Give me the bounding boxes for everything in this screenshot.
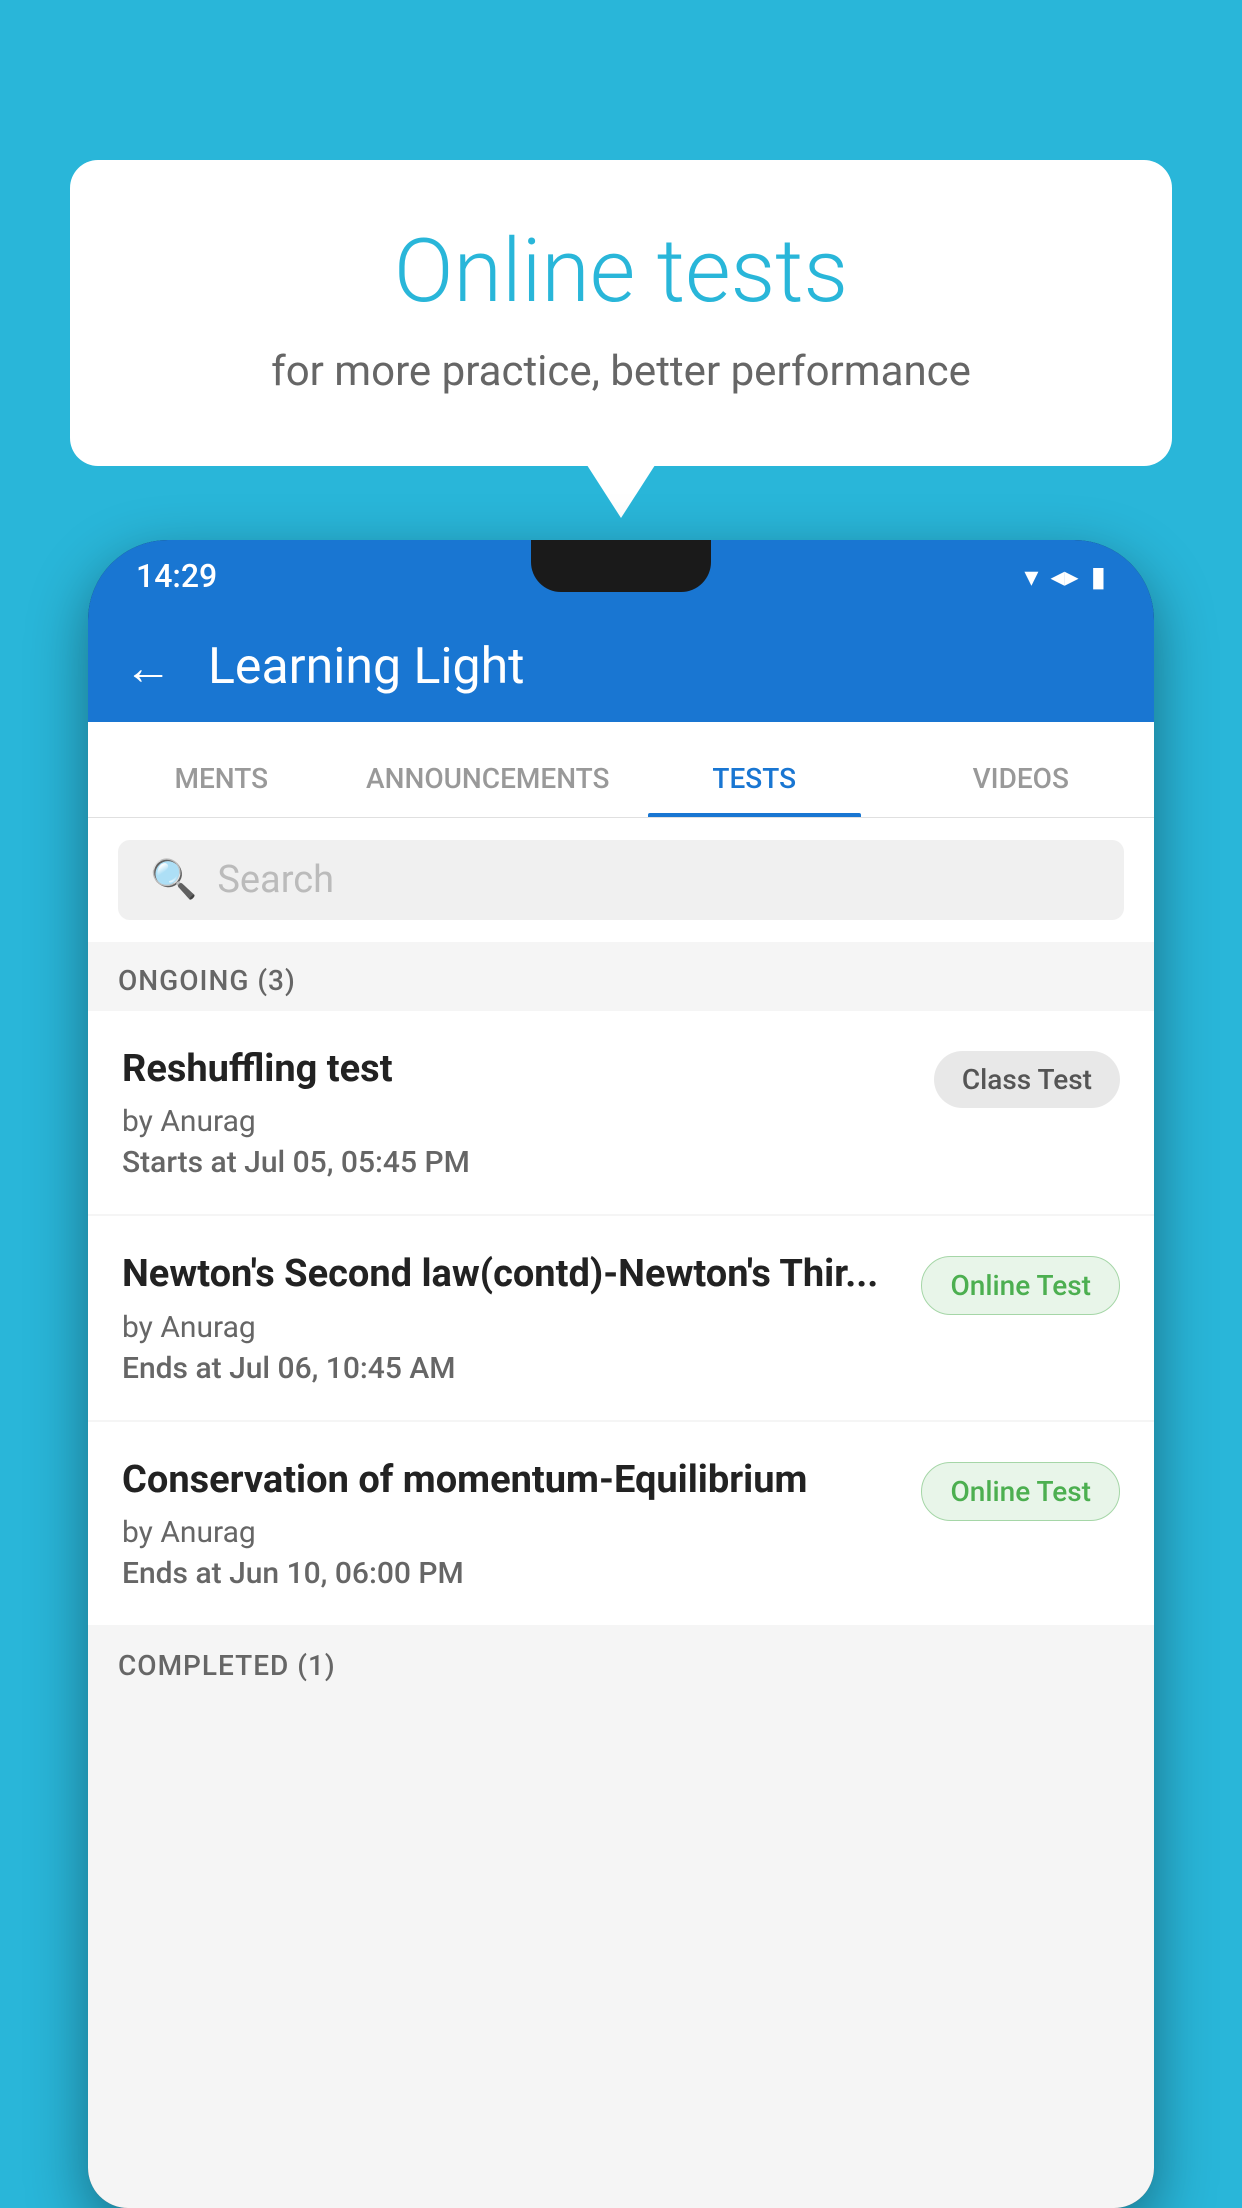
test-name: Conservation of momentum-Equilibrium: [122, 1456, 901, 1505]
ongoing-section-header: ONGOING (3): [88, 942, 1154, 1011]
test-badge: Online Test: [921, 1256, 1120, 1315]
date-label: Starts at: [122, 1145, 237, 1180]
test-author: by Anurag: [122, 1310, 901, 1345]
test-author: by Anurag: [122, 1515, 901, 1550]
back-button[interactable]: ←: [124, 639, 172, 696]
tab-ments[interactable]: MENTS: [88, 762, 355, 817]
battery-icon: ▮: [1091, 560, 1106, 593]
test-item[interactable]: Newton's Second law(contd)-Newton's Thir…: [88, 1216, 1154, 1419]
date-value: Jun 10, 06:00 PM: [229, 1556, 464, 1591]
wifi-icon: ▾: [1024, 560, 1038, 593]
test-info: Conservation of momentum-Equilibrium by …: [122, 1456, 921, 1591]
test-item[interactable]: Reshuffling test by Anurag Starts at Jul…: [88, 1011, 1154, 1214]
date-value: Jul 06, 10:45 AM: [229, 1351, 455, 1386]
tab-announcements[interactable]: ANNOUNCEMENTS: [355, 762, 622, 817]
search-bar: 🔍 Search: [88, 818, 1154, 942]
app-bar: ← Learning Light: [88, 612, 1154, 722]
test-name: Reshuffling test: [122, 1045, 914, 1094]
bubble-subtitle: for more practice, better performance: [150, 347, 1092, 396]
test-info: Reshuffling test by Anurag Starts at Jul…: [122, 1045, 934, 1180]
search-placeholder: Search: [217, 858, 334, 902]
test-date: Ends at Jun 10, 06:00 PM: [122, 1556, 901, 1591]
tab-videos[interactable]: VIDEOS: [888, 762, 1155, 817]
completed-section-header: COMPLETED (1): [88, 1627, 1154, 1696]
test-name: Newton's Second law(contd)-Newton's Thir…: [122, 1250, 901, 1299]
date-label: Ends at: [122, 1556, 222, 1591]
app-title: Learning Light: [208, 638, 525, 696]
signal-icon: ◂▸: [1050, 560, 1078, 593]
tab-tests[interactable]: TESTS: [621, 762, 888, 817]
test-info: Newton's Second law(contd)-Newton's Thir…: [122, 1250, 921, 1385]
status-icons: ▾ ◂▸ ▮: [1024, 560, 1106, 593]
speech-bubble: Online tests for more practice, better p…: [70, 160, 1172, 466]
test-badge: Online Test: [921, 1462, 1120, 1521]
date-label: Ends at: [122, 1351, 222, 1386]
test-badge: Class Test: [934, 1051, 1120, 1108]
phone-content: 🔍 Search ONGOING (3) Reshuffling test by…: [88, 818, 1154, 2208]
test-date: Starts at Jul 05, 05:45 PM: [122, 1145, 914, 1180]
date-value: Jul 05, 05:45 PM: [244, 1145, 470, 1180]
tab-bar: MENTS ANNOUNCEMENTS TESTS VIDEOS: [88, 722, 1154, 818]
status-time: 14:29: [136, 557, 217, 595]
test-author: by Anurag: [122, 1104, 914, 1139]
phone-notch: [531, 540, 711, 592]
test-date: Ends at Jul 06, 10:45 AM: [122, 1351, 901, 1386]
bubble-title: Online tests: [150, 220, 1092, 323]
search-icon: 🔍: [150, 858, 197, 902]
phone-frame: 14:29 ▾ ◂▸ ▮ ← Learning Light MENTS ANNO…: [88, 540, 1154, 2208]
search-input[interactable]: 🔍 Search: [118, 840, 1124, 920]
test-item[interactable]: Conservation of momentum-Equilibrium by …: [88, 1422, 1154, 1625]
